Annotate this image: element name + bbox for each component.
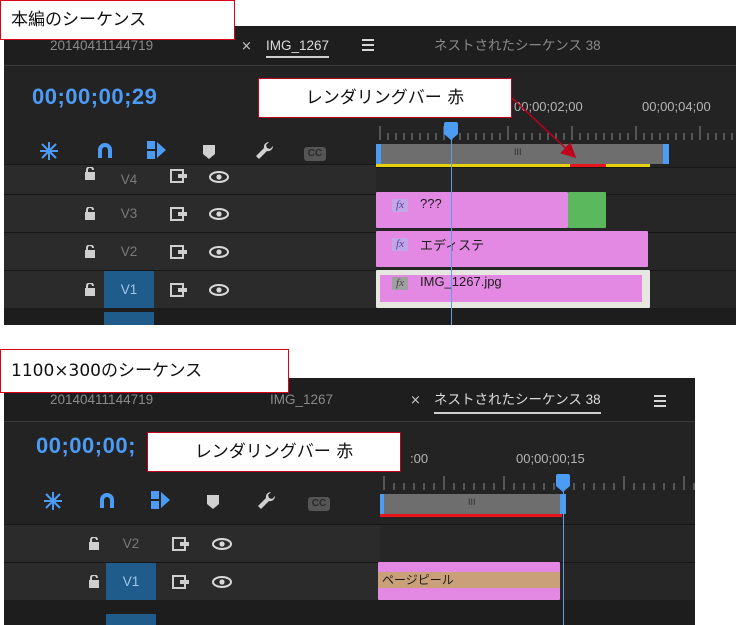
track-header-v3: V3 (4, 194, 376, 232)
track-target-v3[interactable]: V3 (104, 195, 154, 233)
track-target-a1[interactable] (106, 614, 156, 625)
eye-icon[interactable] (209, 208, 229, 220)
clip-v3-transition[interactable] (568, 192, 606, 228)
clip-v1[interactable]: fx IMG_1267.jpg (376, 270, 650, 308)
sync-lock-icon[interactable] (172, 575, 190, 589)
playhead-timecode[interactable]: 00;00;00;29 (32, 84, 157, 110)
tab-nested-sequence-38[interactable]: ネストされたシーケンス 38 (434, 26, 601, 66)
track-target-a1[interactable] (104, 312, 154, 325)
playhead-timecode[interactable]: 00;00;00; (36, 433, 136, 459)
wrench-icon[interactable] (254, 140, 276, 162)
ruler-label-2s: 00;00;02;00 (514, 99, 583, 114)
track-target-v2[interactable]: V2 (104, 233, 154, 271)
snap-icon[interactable] (42, 490, 64, 512)
track-lane-v4[interactable] (376, 167, 736, 194)
clip-v2[interactable]: fx エディステ (376, 231, 648, 267)
panel-menu-icon[interactable] (362, 39, 374, 51)
tab-close-icon[interactable]: × (410, 378, 421, 422)
tab-img-1267[interactable]: IMG_1267 (266, 26, 330, 66)
work-area-bar[interactable]: III (376, 144, 668, 164)
track-header-a1 (4, 308, 736, 325)
track-lane-v2[interactable] (380, 524, 695, 562)
playhead-handle[interactable] (444, 122, 458, 140)
lock-icon[interactable] (84, 207, 96, 220)
track-header-v2: V2 (4, 232, 376, 270)
eye-icon[interactable] (209, 171, 229, 183)
eye-icon[interactable] (212, 538, 232, 550)
track-header-v1: V1 (4, 562, 380, 601)
marker-icon[interactable] (202, 144, 224, 166)
time-ruler[interactable] (380, 472, 695, 494)
clip-v1[interactable]: ページピール (378, 562, 560, 600)
track-target-v1[interactable]: V1 (104, 271, 154, 309)
clip-v3[interactable]: fx ??? (376, 192, 568, 228)
fx-badge-icon: fx (392, 277, 408, 290)
work-area-handle[interactable]: III (468, 497, 476, 507)
render-bar-callout-2: レンダリングバー 赤 (147, 432, 401, 472)
work-area-start-handle[interactable] (376, 144, 381, 164)
marker-icon[interactable] (206, 494, 228, 516)
sync-lock-icon[interactable] (170, 245, 188, 259)
add-marker-icon[interactable] (144, 138, 166, 160)
track-header-v2: V2 (4, 524, 380, 562)
clip-label: ??? (420, 196, 442, 211)
fx-badge-icon: fx (392, 238, 408, 251)
eye-icon[interactable] (209, 284, 229, 296)
timeline-panel-main: 20140411144719 × IMG_1267 ネストされたシーケンス 38… (4, 26, 736, 325)
snap-icon[interactable] (38, 140, 60, 162)
wrench-icon[interactable] (256, 490, 278, 512)
sync-lock-icon[interactable] (170, 283, 188, 297)
track-target-v4[interactable]: V4 (104, 165, 154, 195)
magnet-icon[interactable] (96, 490, 118, 512)
add-marker-icon[interactable] (148, 488, 170, 510)
lock-icon[interactable] (88, 575, 100, 588)
eye-icon[interactable] (209, 246, 229, 258)
sync-lock-icon[interactable] (170, 169, 188, 183)
ruler-label-start: :00 (410, 451, 429, 466)
lock-icon[interactable] (84, 167, 96, 180)
work-area-end-handle[interactable] (663, 144, 669, 164)
sync-lock-icon[interactable] (172, 537, 190, 551)
playhead-line[interactable] (451, 132, 452, 325)
captions-icon[interactable]: CC (304, 147, 326, 161)
section-caption-1: 本編のシーケンス (0, 0, 235, 40)
lock-icon[interactable] (84, 245, 96, 258)
tab-nested-sequence-38[interactable]: ネストされたシーケンス 38 (434, 378, 601, 422)
playhead-line[interactable] (563, 484, 564, 625)
time-ruler[interactable] (376, 122, 736, 144)
work-area-handle[interactable]: III (514, 147, 522, 157)
captions-icon[interactable]: CC (308, 497, 330, 511)
render-bar-red (380, 514, 562, 517)
track-header-a1 (4, 600, 695, 625)
ruler-label-4s: 00;00;04;00 (642, 99, 711, 114)
sync-lock-icon[interactable] (170, 207, 188, 221)
tab-close-icon[interactable]: × (241, 26, 252, 66)
work-area-start-handle[interactable] (380, 494, 384, 514)
magnet-icon[interactable] (94, 140, 116, 162)
track-header-v1: V1 (4, 270, 376, 309)
clip-label: エディステ (420, 238, 485, 253)
ruler-label-15: 00;00;00;15 (516, 451, 585, 466)
eye-icon[interactable] (212, 576, 232, 588)
lock-icon[interactable] (88, 537, 100, 550)
timeline-panel-nested: 20140411144719 IMG_1267 × ネストされたシーケンス 38… (4, 378, 695, 625)
lock-icon[interactable] (84, 283, 96, 296)
track-header-v4: V4 (4, 164, 376, 194)
panel-menu-icon[interactable] (654, 395, 666, 407)
track-target-v2[interactable]: V2 (106, 525, 156, 563)
playhead-handle[interactable] (556, 474, 570, 492)
clip-label: ページピール (382, 573, 454, 587)
fx-badge-icon: fx (392, 199, 408, 212)
work-area-bar[interactable]: III (380, 494, 564, 514)
render-bar-callout-1: レンダリングバー 赤 (258, 78, 512, 118)
section-caption-2: 1100×300のシーケンス (0, 349, 289, 393)
clip-label: IMG_1267.jpg (420, 274, 502, 289)
track-target-v1[interactable]: V1 (106, 563, 156, 601)
